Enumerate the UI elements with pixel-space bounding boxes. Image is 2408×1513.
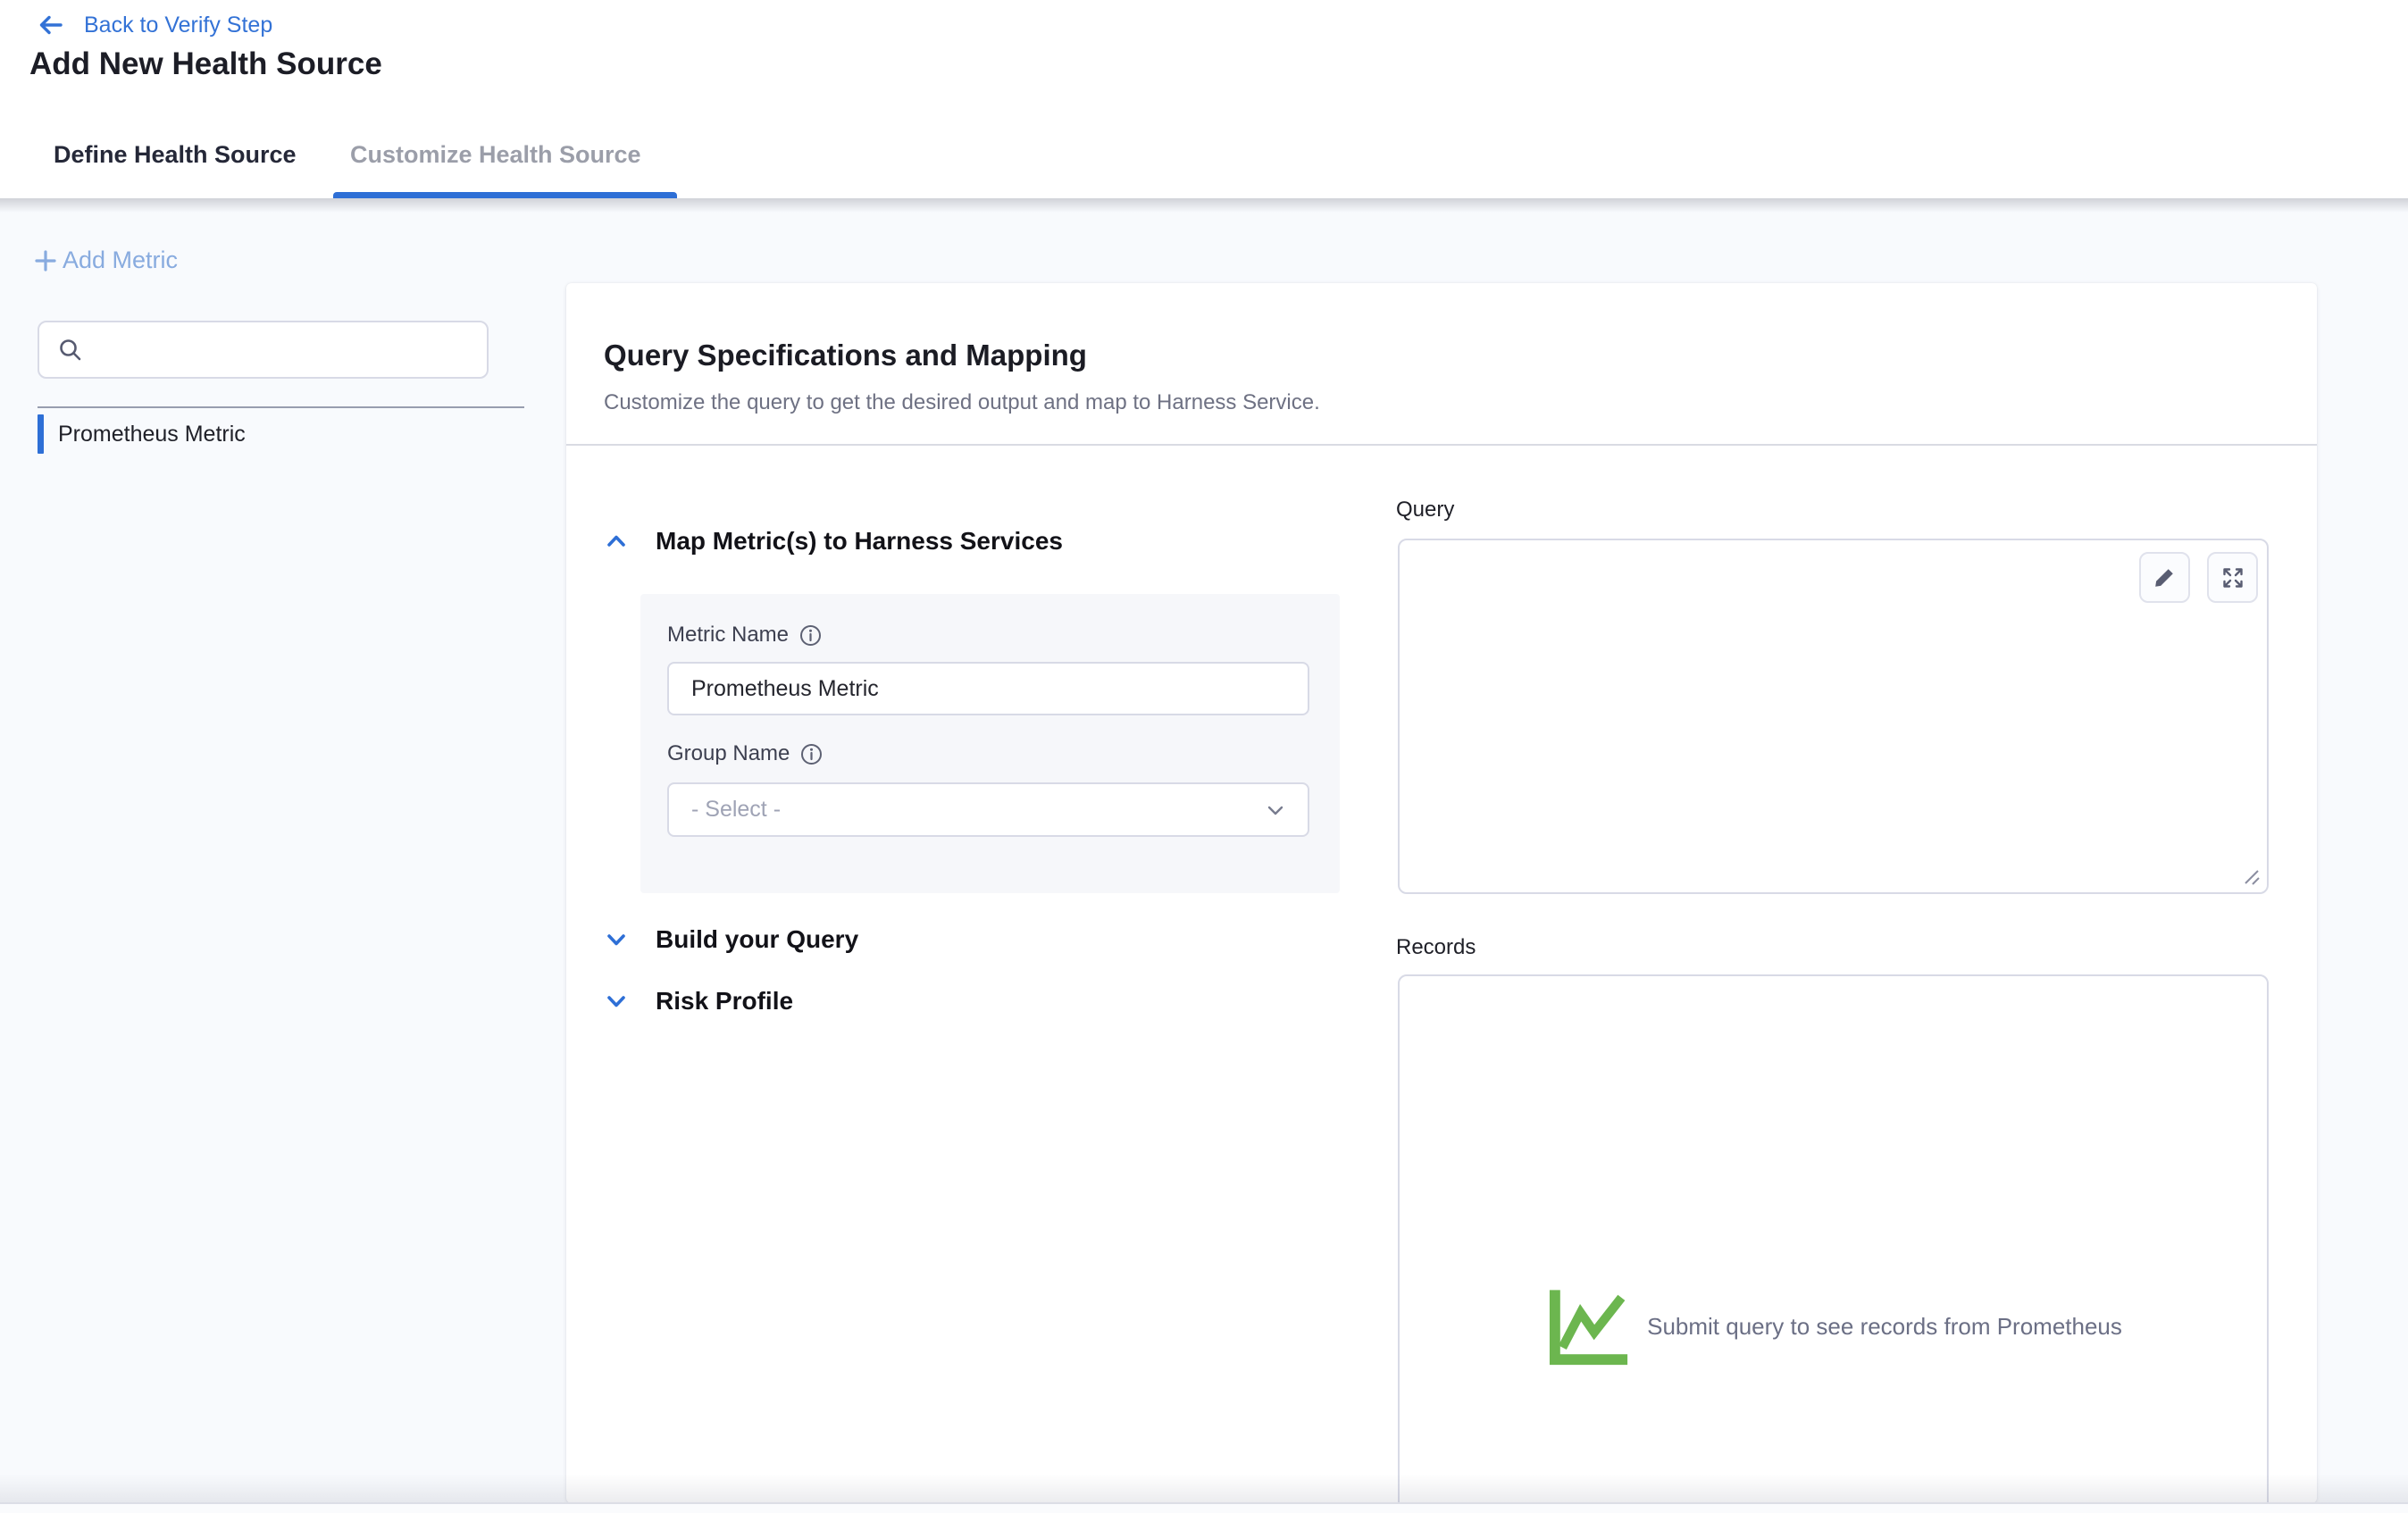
records-label: Records (1396, 935, 1476, 960)
map-metrics-form-panel: Metric Name Group Name - Select - (640, 594, 1340, 893)
info-icon[interactable] (799, 624, 822, 647)
pencil-icon (2153, 565, 2177, 589)
query-edit-button[interactable] (2139, 552, 2190, 603)
panel-divider (566, 444, 2317, 446)
add-metric-button[interactable]: Add Metric (32, 247, 178, 274)
section-risk-profile-toggle[interactable]: Risk Profile (604, 982, 793, 1020)
query-editor (1398, 539, 2269, 894)
metric-search-input[interactable] (84, 322, 487, 377)
records-panel: Submit query to see records from Prometh… (1398, 974, 2269, 1503)
arrow-left-icon (38, 12, 64, 38)
records-empty-message: Submit query to see records from Prometh… (1647, 1313, 2122, 1341)
page-title: Add New Health Source (29, 46, 382, 82)
line-chart-icon (1544, 1287, 1631, 1366)
panel-subtitle: Customize the query to get the desired o… (604, 390, 1320, 415)
query-specifications-card: Query Specifications and Mapping Customi… (566, 283, 2317, 1503)
page-header: Back to Verify Step Add New Health Sourc… (0, 0, 2408, 198)
active-tab-underline (333, 192, 677, 198)
sidebar-divider (38, 406, 524, 408)
chevron-down-icon (604, 989, 629, 1014)
metric-item-label: Prometheus Metric (58, 422, 246, 447)
plus-icon (32, 247, 59, 274)
selected-indicator-bar (38, 414, 44, 454)
metric-name-label-row: Metric Name (667, 623, 822, 648)
query-textarea[interactable] (1400, 540, 2267, 892)
footer-strip (0, 1502, 2408, 1513)
group-name-label-row: Group Name (667, 741, 823, 766)
panel-title: Query Specifications and Mapping (604, 339, 1087, 372)
group-name-label: Group Name (667, 741, 790, 766)
section-build-query-toggle[interactable]: Build your Query (604, 921, 858, 958)
expand-icon (2220, 565, 2245, 590)
metric-list-item-prometheus[interactable]: Prometheus Metric (38, 414, 520, 455)
chevron-down-icon (1263, 798, 1288, 823)
add-metric-label: Add Metric (63, 247, 178, 274)
search-icon (57, 337, 84, 364)
tab-define-health-source[interactable]: Define Health Source (54, 141, 297, 169)
metric-search-box (38, 321, 489, 379)
tab-customize-health-source[interactable]: Customize Health Source (350, 141, 641, 169)
section-map-metrics-label: Map Metric(s) to Harness Services (656, 527, 1063, 556)
info-icon[interactable] (800, 743, 823, 765)
section-build-query-label: Build your Query (656, 925, 858, 954)
chevron-down-icon (604, 927, 629, 952)
query-label: Query (1396, 497, 1454, 522)
section-risk-profile-label: Risk Profile (656, 987, 793, 1016)
records-empty-state: Submit query to see records from Prometh… (1544, 1287, 2122, 1366)
back-to-verify-step-link[interactable]: Back to Verify Step (38, 12, 272, 38)
group-name-select-value: - Select - (691, 797, 781, 823)
metric-name-label: Metric Name (667, 623, 789, 648)
metric-name-input[interactable] (667, 662, 1309, 715)
textarea-resize-handle[interactable] (2239, 865, 2262, 888)
chevron-up-icon (604, 529, 629, 554)
back-link-label: Back to Verify Step (84, 13, 272, 38)
section-map-metrics-toggle[interactable]: Map Metric(s) to Harness Services (604, 522, 1063, 560)
query-expand-button[interactable] (2207, 552, 2258, 603)
group-name-select[interactable]: - Select - (667, 782, 1309, 837)
